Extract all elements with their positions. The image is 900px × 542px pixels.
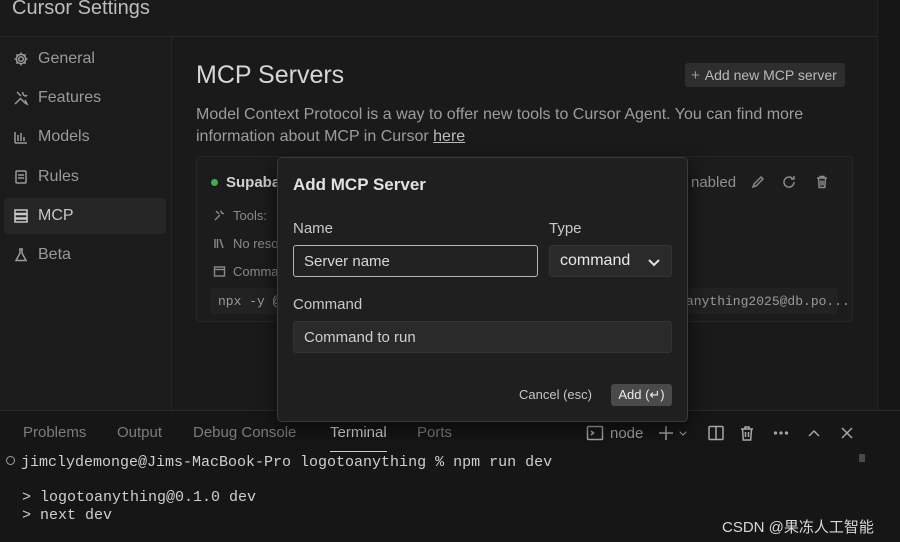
edit-icon[interactable] xyxy=(750,174,766,190)
cancel-button[interactable]: Cancel (esc) xyxy=(519,387,592,402)
refresh-icon[interactable] xyxy=(781,174,797,190)
gear-icon xyxy=(12,50,30,68)
description-link[interactable]: here xyxy=(433,128,465,145)
name-label: Name xyxy=(293,220,334,237)
flask-icon xyxy=(12,246,30,264)
terminal-line-text: jimclydemonge@Jims-MacBook-Pro logotoany… xyxy=(21,454,553,471)
sidebar-item-label: Models xyxy=(38,128,90,145)
sidebar-item-label: Features xyxy=(38,89,102,106)
enabled-status: nabled xyxy=(691,174,737,191)
type-label: Type xyxy=(549,220,582,237)
tools-icon xyxy=(214,210,225,221)
sidebar-item-label: Rules xyxy=(38,168,79,185)
server-name-text: Supaba xyxy=(226,174,281,191)
description-text: Model Context Protocol is a way to offer… xyxy=(196,106,804,145)
server-resources-row: No reso xyxy=(213,236,279,251)
sidebar-item-label: General xyxy=(38,50,95,67)
sidebar-item-features[interactable]: Features xyxy=(4,80,166,116)
resources-label: No reso xyxy=(233,236,279,251)
mcp-description: Model Context Protocol is a way to offer… xyxy=(196,104,836,148)
command-text-right: anything2025@db.po... xyxy=(686,294,850,309)
type-select-value: command xyxy=(560,252,631,269)
sidebar-item-beta[interactable]: Beta xyxy=(4,237,166,273)
more-icon[interactable] xyxy=(771,423,791,443)
command-label: Command xyxy=(293,296,363,313)
tab-output[interactable]: Output xyxy=(117,424,162,441)
terminal-shell-label[interactable]: node xyxy=(610,425,643,442)
chart-icon xyxy=(12,128,30,146)
document-icon xyxy=(12,168,30,186)
terminal-scrollbar[interactable] xyxy=(859,454,865,462)
chevron-down-icon xyxy=(648,259,660,267)
server-tools-row: Tools: xyxy=(213,208,267,223)
tools-icon xyxy=(12,89,30,107)
prompt-circle-icon xyxy=(6,456,15,465)
sidebar: General Features Models Rules MCP Beta xyxy=(0,37,172,410)
sidebar-item-mcp[interactable]: MCP xyxy=(4,198,166,234)
type-select[interactable]: command xyxy=(549,245,672,277)
add-mcp-server-dialog: Add MCP Server Name Server name Type com… xyxy=(277,157,688,422)
status-dot xyxy=(211,179,218,186)
server-name-input[interactable]: Server name xyxy=(293,245,538,277)
maximize-panel-icon[interactable] xyxy=(804,423,824,443)
delete-icon[interactable] xyxy=(814,174,830,190)
sidebar-item-models[interactable]: Models xyxy=(4,119,166,155)
tab-problems[interactable]: Problems xyxy=(23,424,86,441)
add-mcp-server-button[interactable]: + Add new MCP server xyxy=(685,63,845,87)
tab-terminal[interactable]: Terminal xyxy=(330,424,387,452)
new-terminal-icon[interactable] xyxy=(656,423,676,443)
terminal-line: > next dev xyxy=(22,507,113,524)
plus-icon: + xyxy=(691,66,700,84)
command-label: Comma xyxy=(233,264,279,279)
watermark: CSDN @果冻人工智能 xyxy=(722,519,874,536)
terminal-shell-icon[interactable] xyxy=(585,423,605,443)
sidebar-item-label: Beta xyxy=(38,246,71,263)
page-title: MCP Servers xyxy=(196,61,345,89)
app-title: Cursor Settings xyxy=(12,0,150,19)
tab-ports[interactable]: Ports xyxy=(417,424,452,441)
server-command-row: Comma xyxy=(213,264,279,279)
split-terminal-icon[interactable] xyxy=(706,423,726,443)
terminal-line: > logotoanything@0.1.0 dev xyxy=(22,489,257,506)
sidebar-item-rules[interactable]: Rules xyxy=(4,159,166,195)
bottom-panel: Problems Output Debug Console Terminal P… xyxy=(0,410,900,542)
sidebar-item-label: MCP xyxy=(38,207,74,224)
add-mcp-server-label: Add new MCP server xyxy=(704,67,837,83)
library-icon xyxy=(214,238,224,249)
add-button[interactable]: Add (↵) xyxy=(611,384,672,406)
chevron-down-icon[interactable] xyxy=(676,423,690,443)
tab-debug-console[interactable]: Debug Console xyxy=(193,424,296,441)
right-edge-panel xyxy=(877,0,900,410)
close-icon[interactable] xyxy=(837,423,857,443)
server-name: Supaba xyxy=(211,174,280,191)
terminal-icon xyxy=(213,266,226,277)
command-input[interactable]: Command to run xyxy=(293,321,672,353)
terminal-line: jimclydemonge@Jims-MacBook-Pro logotoany… xyxy=(6,454,552,471)
trash-icon[interactable] xyxy=(737,423,757,443)
server-icon xyxy=(12,207,30,225)
tools-label: Tools: xyxy=(233,208,267,223)
dialog-title: Add MCP Server xyxy=(293,175,426,194)
sidebar-item-general[interactable]: General xyxy=(4,41,166,77)
